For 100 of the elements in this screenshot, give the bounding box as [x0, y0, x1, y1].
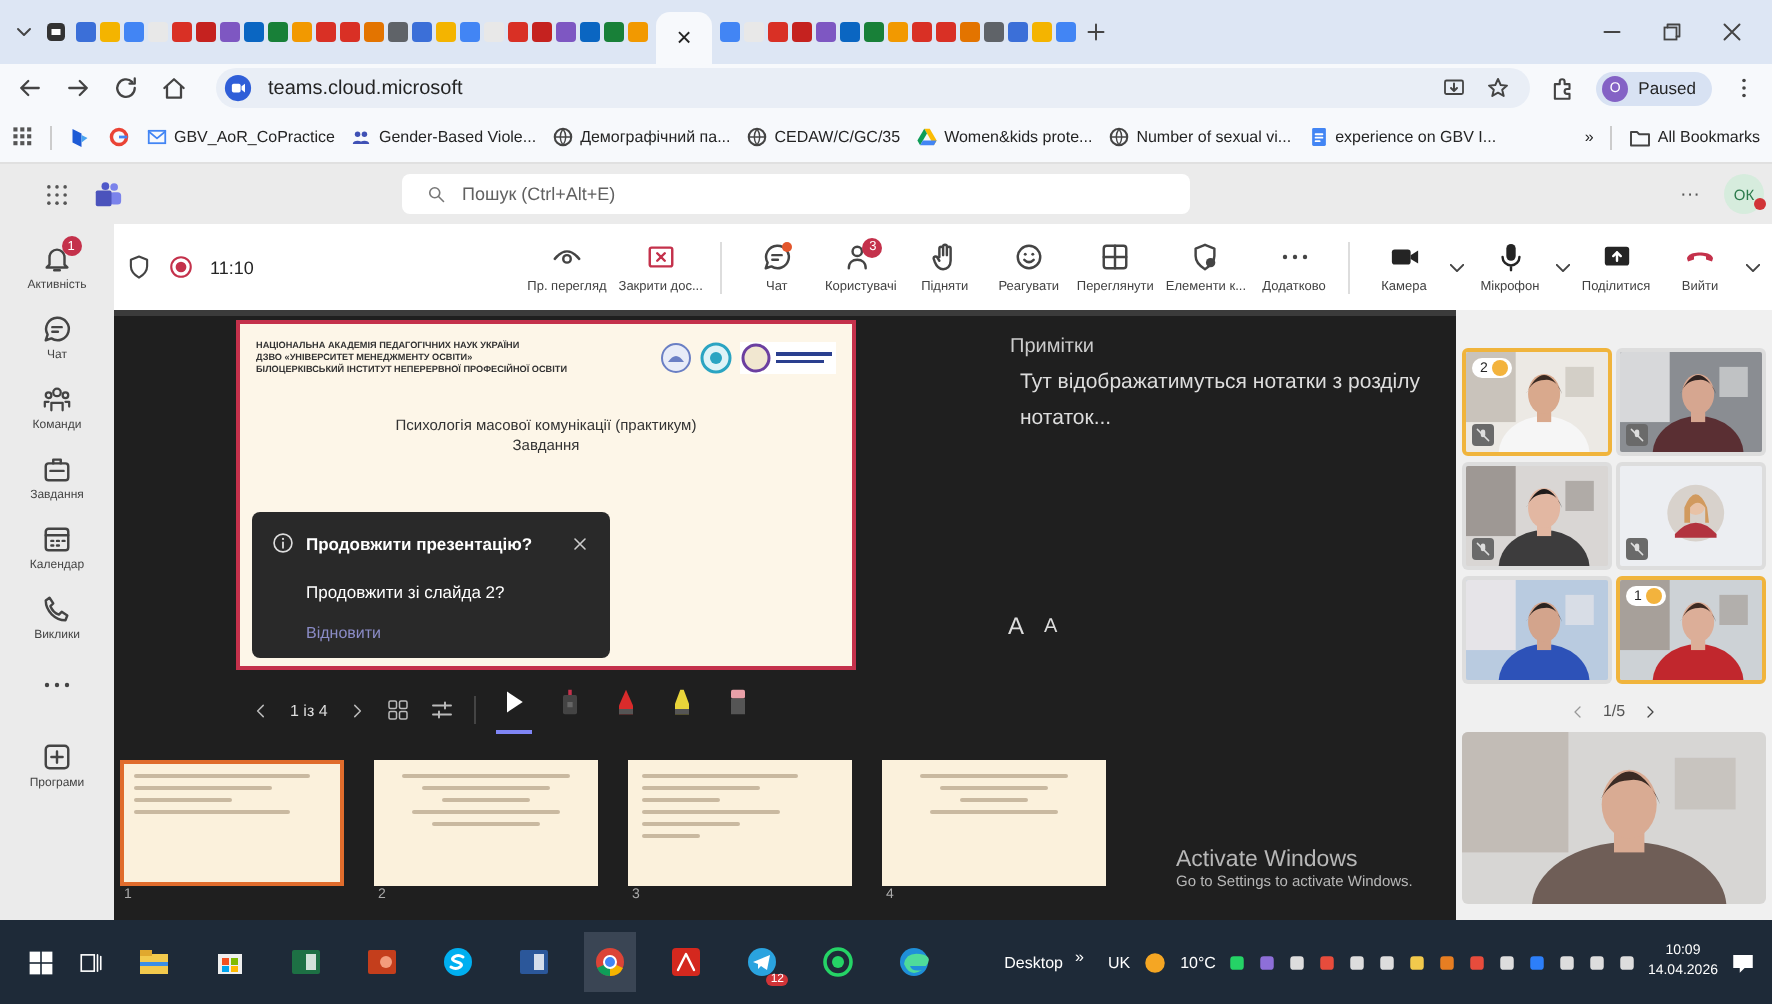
slide-thumbnail[interactable] — [882, 760, 1106, 886]
resume-link[interactable]: Відновити — [306, 624, 381, 642]
apps-grid-icon[interactable] — [12, 126, 34, 148]
dynamics-icon[interactable] — [68, 125, 92, 149]
increase-font-button[interactable]: A — [1008, 612, 1025, 640]
meeting-timer: 11:10 — [210, 257, 254, 277]
temperature[interactable]: 10°C — [1180, 953, 1216, 971]
sliders-icon[interactable] — [429, 698, 454, 722]
bookmark[interactable]: Number of sexual vi... — [1108, 126, 1292, 148]
muted-microphone-icon — [1628, 540, 1646, 558]
chevron-down-icon[interactable] — [1556, 263, 1570, 271]
home-icon[interactable] — [160, 74, 188, 102]
video-tile[interactable] — [1462, 462, 1612, 570]
slide-thumbnail[interactable] — [120, 760, 344, 886]
reload-icon[interactable] — [112, 74, 140, 102]
bookmark[interactable]: Women&kids prote... — [916, 126, 1093, 148]
notes-title: Примітки — [1010, 336, 1096, 358]
tab-icon[interactable] — [44, 20, 68, 44]
more-icon — [1281, 253, 1307, 259]
video-tile[interactable] — [1616, 348, 1766, 456]
add-apps-icon — [42, 742, 72, 772]
new-tab-icon[interactable] — [1084, 20, 1108, 44]
info-icon — [272, 532, 294, 554]
edge-icon[interactable] — [898, 946, 930, 978]
globe-icon — [552, 126, 575, 148]
dialog-message: Продовжити зі слайда 2? — [306, 582, 507, 602]
people-icon — [350, 126, 373, 148]
shield-icon — [126, 254, 152, 280]
emblem-icon — [660, 342, 692, 374]
close-icon[interactable] — [1720, 20, 1744, 44]
toolbar-overflow-button[interactable]: » — [1075, 947, 1084, 965]
bookmark[interactable]: GBV_AoR_CoPractice — [146, 126, 335, 148]
grid-icon — [1100, 241, 1131, 271]
restore-icon[interactable] — [1660, 20, 1684, 44]
share-screen-icon — [1601, 241, 1631, 271]
video-tile[interactable] — [1616, 462, 1766, 570]
chrome-icon[interactable] — [594, 946, 626, 978]
close-icon[interactable] — [570, 533, 590, 553]
windows-start-icon[interactable] — [28, 949, 54, 975]
chevron-down-icon[interactable] — [1450, 263, 1464, 271]
bookmark[interactable]: Gender-Based Viole... — [350, 126, 537, 148]
notes-text: Тут відображатимуться нотатки з розділу нотаток... — [1020, 368, 1420, 434]
extensions-icon[interactable] — [1550, 75, 1577, 101]
word-icon[interactable] — [518, 946, 550, 978]
briefcase-icon — [42, 454, 72, 484]
muted-microphone-icon — [1474, 540, 1492, 558]
slides-app-icon[interactable] — [366, 946, 398, 978]
microphone-icon — [1495, 241, 1525, 271]
recording-icon — [168, 254, 194, 280]
mail-icon — [146, 126, 168, 148]
emblem-icon — [700, 342, 732, 374]
muted-microphone-icon — [1628, 426, 1646, 444]
bell-icon — [42, 244, 72, 274]
pdf-icon[interactable] — [670, 946, 702, 978]
spreadsheet-icon[interactable] — [290, 946, 322, 978]
language-indicator[interactable]: UK — [1107, 953, 1131, 971]
video-tile[interactable] — [1462, 576, 1612, 684]
muted-microphone-icon — [1474, 426, 1492, 444]
more-bookmarks-button[interactable]: » — [1584, 128, 1594, 146]
shield-plus-icon — [1190, 241, 1221, 271]
weather-sun-icon[interactable] — [1142, 949, 1169, 975]
people-icon — [42, 384, 72, 414]
calendar-icon — [42, 524, 72, 554]
page-counter: 1 із 4 — [290, 701, 328, 719]
back-icon[interactable] — [16, 74, 44, 102]
bookmark[interactable]: Демографічний па... — [552, 126, 731, 148]
app-launcher-icon[interactable] — [44, 181, 70, 207]
more-button[interactable]: ··· — [1680, 183, 1700, 205]
decrease-font-button[interactable]: A — [1044, 612, 1058, 640]
address-bar[interactable]: teams.cloud.microsoft — [216, 68, 1531, 108]
whatsapp-icon[interactable] — [822, 946, 854, 978]
task-view-icon[interactable] — [78, 949, 104, 975]
slides-grid-icon[interactable] — [385, 698, 410, 722]
chat-icon — [42, 314, 72, 344]
teams-logo-icon[interactable] — [94, 180, 122, 208]
previous-icon[interactable] — [252, 701, 270, 719]
stop-sharing-icon — [645, 241, 676, 271]
hang-up-icon — [1686, 251, 1714, 261]
star-icon[interactable] — [1486, 76, 1511, 100]
install-app-icon[interactable] — [1442, 76, 1467, 100]
search-icon — [426, 184, 446, 204]
search-field[interactable]: Пошук (Ctrl+Alt+E) — [402, 174, 1190, 214]
dialog-title: Продовжити презентацію? — [306, 533, 533, 553]
bookmark[interactable]: experience on GBV I... — [1307, 126, 1497, 148]
document-icon — [1307, 126, 1330, 148]
google-icon[interactable] — [108, 126, 130, 148]
slide-thumbnail[interactable] — [628, 760, 852, 886]
annotation-tool[interactable] — [495, 686, 532, 734]
notifications-icon[interactable] — [1730, 949, 1756, 975]
bookmark[interactable]: CEDAW/C/GC/35 — [746, 126, 901, 148]
desktop-toolbar-label[interactable]: Desktop — [1004, 953, 1063, 971]
all-bookmarks-button[interactable]: All Bookmarks — [1627, 125, 1760, 149]
chevron-down-icon[interactable] — [1746, 263, 1760, 271]
slide-thumbnail[interactable] — [374, 760, 598, 886]
site-icon — [224, 74, 252, 102]
smile-icon — [1013, 241, 1044, 271]
forward-icon[interactable] — [64, 74, 92, 102]
chat-icon — [761, 241, 792, 271]
skype-icon[interactable] — [442, 946, 474, 978]
file-explorer-icon[interactable] — [138, 946, 170, 978]
